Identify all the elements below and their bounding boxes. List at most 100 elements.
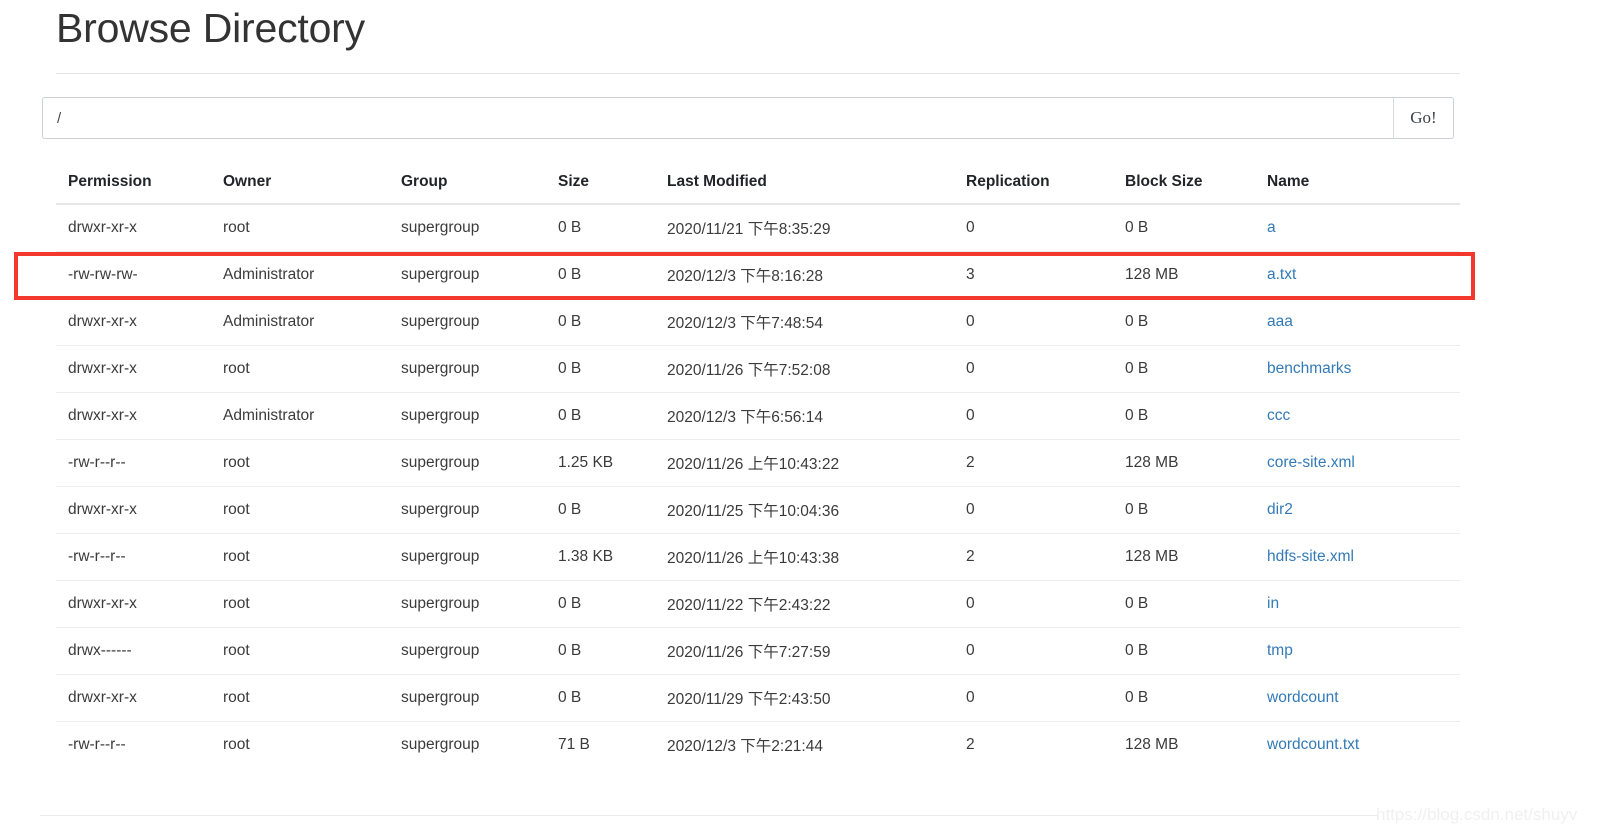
cell-replication: 2 [954, 721, 1113, 768]
cell-name: hdfs-site.xml [1255, 533, 1460, 581]
file-name-link[interactable]: aaa [1267, 313, 1293, 330]
cell-owner: root [211, 533, 389, 581]
file-name-link[interactable]: wordcount.txt [1267, 736, 1359, 753]
cell-owner: Administrator [211, 392, 389, 440]
cell-group: supergroup [389, 298, 546, 346]
cell-last-modified: 2020/11/22 下午2:43:22 [655, 580, 954, 628]
cell-last-modified: 2020/12/3 下午8:16:28 [655, 251, 954, 299]
cell-owner: root [211, 721, 389, 768]
cell-permission: drwxr-xr-x [56, 392, 211, 440]
cell-group: supergroup [389, 721, 546, 768]
column-header-permission[interactable]: Permission [56, 163, 211, 205]
cell-block-size: 0 B [1113, 298, 1255, 346]
cell-group: supergroup [389, 345, 546, 393]
cell-size: 1.38 KB [546, 533, 655, 581]
column-header-owner[interactable]: Owner [211, 163, 389, 205]
cell-block-size: 0 B [1113, 486, 1255, 534]
table-row: drwxr-xr-x root supergroup 0 B 2020/11/22 下午… [56, 580, 1460, 628]
table-row: drwxr-xr-x Administrator supergroup 0 B 2020… [56, 298, 1460, 346]
watermark-text: https://blog.csdn.net/shuyv [1376, 805, 1578, 824]
file-name-link[interactable]: dir2 [1267, 501, 1293, 518]
file-name-link[interactable]: tmp [1267, 642, 1293, 659]
cell-block-size: 128 MB [1113, 533, 1255, 581]
cell-permission: -rw-r--r-- [56, 721, 211, 768]
cell-owner: root [223, 219, 250, 236]
column-header-group[interactable]: Group [389, 163, 546, 205]
table-row: -rw-r--r-- root supergroup 71 B 2020/12/3 下午… [56, 721, 1460, 768]
file-name-link[interactable]: ccc [1267, 407, 1290, 424]
file-name-link[interactable]: core-site.xml [1267, 454, 1355, 471]
file-name-link[interactable]: hdfs-site.xml [1267, 548, 1354, 565]
page-title: Browse Directory [56, 5, 365, 51]
column-header-replication[interactable]: Replication [954, 163, 1113, 205]
file-name-link[interactable]: in [1267, 595, 1279, 612]
cell-last-modified: 2020/12/3 下午7:48:54 [655, 298, 954, 346]
cell-name: in [1255, 580, 1460, 628]
cell-replication: 3 [954, 251, 1113, 299]
cell-replication: 0 [954, 345, 1113, 393]
directory-path-input[interactable] [42, 97, 1394, 139]
cell-size: 0 B [546, 627, 655, 675]
page-header: Browse Directory [56, 0, 1460, 56]
cell-block-size: 0 B [1113, 392, 1255, 440]
cell-permission: drwxr-xr-x [56, 345, 211, 393]
cell-replication: 0 [954, 674, 1113, 722]
cell-block-size: 0 B [1125, 219, 1149, 236]
cell-owner: Administrator [211, 251, 389, 299]
table-row: -rw-r--r-- root supergroup 1.38 KB 2020/11/2… [56, 533, 1460, 581]
cell-permission: drwxr-xr-x [56, 298, 211, 346]
cell-size: 0 B [546, 580, 655, 628]
column-header-size[interactable]: Size [546, 163, 655, 205]
cell-size: 1.25 KB [546, 439, 655, 487]
cell-permission: -rw-rw-rw- [56, 251, 211, 299]
table-header: Permission Owner Group Size Last Modifie… [56, 163, 1460, 205]
cell-size: 0 B [546, 251, 655, 299]
cell-replication: 2 [954, 533, 1113, 581]
table-body: drwxr-xr-x root supergroup 0 B 2020/11/21 下午… [56, 204, 1460, 768]
cell-last-modified: 2020/12/3 下午6:56:14 [655, 392, 954, 440]
cell-block-size: 0 B [1113, 674, 1255, 722]
file-name-link[interactable]: a [1267, 219, 1276, 236]
cell-permission: -rw-r--r-- [56, 439, 211, 487]
cell-last-modified: 2020/11/26 下午7:52:08 [655, 345, 954, 393]
cell-owner: root [211, 345, 389, 393]
browse-directory-page: Browse Directory Go! Permission Owner Gr… [0, 0, 1617, 833]
cell-size: 0 B [546, 486, 655, 534]
column-header-name[interactable]: Name [1255, 163, 1460, 205]
cell-group: supergroup [401, 219, 480, 236]
cell-replication: 0 [954, 627, 1113, 675]
footer-divider [40, 815, 1378, 816]
cell-block-size: 0 B [1113, 345, 1255, 393]
cell-name: wordcount.txt [1255, 721, 1460, 768]
cell-name: a.txt [1255, 251, 1460, 299]
cell-replication: 0 [954, 392, 1113, 440]
cell-group: supergroup [389, 439, 546, 487]
cell-group: supergroup [389, 251, 546, 299]
cell-group: supergroup [389, 533, 546, 581]
cell-size: 0 B [546, 392, 655, 440]
column-header-last-modified[interactable]: Last Modified [655, 163, 954, 205]
cell-replication: 2 [954, 439, 1113, 487]
cell-last-modified: 2020/11/26 上午10:43:38 [655, 533, 954, 581]
file-name-link[interactable]: a.txt [1267, 266, 1296, 283]
cell-owner: root [211, 439, 389, 487]
file-name-link[interactable]: benchmarks [1267, 360, 1351, 377]
cell-group: supergroup [389, 627, 546, 675]
cell-block-size: 0 B [1113, 580, 1255, 628]
cell-owner: root [211, 580, 389, 628]
cell-name: aaa [1255, 298, 1460, 346]
go-button[interactable]: Go! [1394, 97, 1454, 139]
column-header-block-size[interactable]: Block Size [1113, 163, 1255, 205]
file-name-link[interactable]: wordcount [1267, 689, 1339, 706]
directory-listing-table: Permission Owner Group Size Last Modifie… [56, 163, 1460, 768]
cell-permission: drwx------ [56, 627, 211, 675]
path-bar: Go! [42, 97, 1454, 139]
title-divider [56, 73, 1460, 74]
cell-size: 71 B [546, 721, 655, 768]
cell-size: 0 B [546, 674, 655, 722]
cell-block-size: 128 MB [1113, 251, 1255, 299]
cell-name: benchmarks [1255, 345, 1460, 393]
cell-name: a [1255, 204, 1460, 252]
cell-owner: root [211, 486, 389, 534]
cell-permission: drwxr-xr-x [56, 580, 211, 628]
